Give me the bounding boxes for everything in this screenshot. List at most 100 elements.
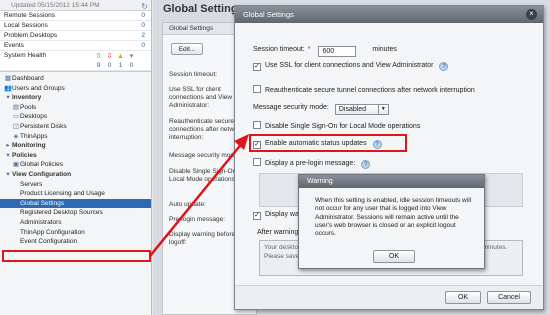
count-row-local-sessions[interactable]: Local Sessions 0 xyxy=(0,21,151,31)
tree-item-event-configuration[interactable]: Event Configuration xyxy=(0,237,151,247)
message-security-select[interactable]: Disabled ▼ xyxy=(334,104,389,115)
count-value: 2 xyxy=(141,32,145,39)
session-timeout-input[interactable]: 600 xyxy=(318,46,357,57)
tree-item-policies[interactable]: ▾ Policies xyxy=(0,151,151,161)
updated-timestamp: Updated 05/15/2012 15:44 PM xyxy=(11,2,100,9)
required-asterisk: * xyxy=(307,46,311,53)
prelogin-checkbox[interactable] xyxy=(253,158,261,166)
cancel-button[interactable]: Cancel xyxy=(487,291,531,304)
tree-item-label: Global Settings xyxy=(20,199,65,207)
pools-icon: ▤ xyxy=(12,103,20,111)
edit-button[interactable]: Edit... xyxy=(171,43,203,55)
tree-item-users-and-groups[interactable]: 👥Users and Groups xyxy=(0,84,151,94)
tree-item-pools[interactable]: ▤Pools xyxy=(0,103,151,113)
page-title: Global Settings xyxy=(163,3,244,15)
disable-sso-checkbox[interactable] xyxy=(253,121,261,129)
collapse-icon: ▾ xyxy=(6,170,10,178)
tree-item-label: ThinApp Configuration xyxy=(20,228,85,236)
tree-item-administrators[interactable]: Administrators xyxy=(0,218,151,228)
help-icon[interactable]: ? xyxy=(361,160,371,169)
ok-button[interactable]: OK xyxy=(445,291,481,304)
tree-item-label: Registered Desktop Sources xyxy=(20,209,103,217)
reauth-checkbox[interactable] xyxy=(253,85,261,93)
warning-ok-button[interactable]: OK xyxy=(373,250,415,263)
tree-item-registered-desktop-sources[interactable]: Registered Desktop Sources xyxy=(0,208,151,218)
close-icon[interactable]: × xyxy=(526,9,537,20)
thinapp-icon: ◈ xyxy=(13,132,19,140)
prelogin-row: Display a pre-login message:? xyxy=(253,158,371,169)
use-ssl-row: ✓ Use SSL for client connections and View… xyxy=(253,61,449,71)
tree-item-inventory[interactable]: ▾ Inventory xyxy=(0,93,151,103)
tree-item-label: Dashboard xyxy=(12,75,44,82)
count-row-problem-desktops[interactable]: Problem Desktops 2 xyxy=(0,31,151,41)
tree-item-global-policies[interactable]: ▣Global Policies xyxy=(0,160,151,170)
health-value: 0 xyxy=(129,62,134,69)
use-ssl-checkbox[interactable]: ✓ xyxy=(253,63,261,71)
tree-item-desktops[interactable]: ▭Desktops xyxy=(0,112,151,122)
warning-message: When this setting is enabled, idle sessi… xyxy=(315,197,472,238)
tree-item-label: Policies xyxy=(12,151,37,159)
tree-item-label: Inventory xyxy=(12,94,42,102)
help-icon[interactable]: ? xyxy=(439,62,449,71)
health-value: 0 xyxy=(107,62,112,69)
count-row-events[interactable]: Events 0 xyxy=(0,41,151,51)
message-security-label: Message security mode: xyxy=(253,104,329,111)
users-icon: 👥 xyxy=(4,84,13,92)
expand-icon: ▸ xyxy=(6,142,10,150)
message-security-row: Message security mode: Disabled ▼ xyxy=(253,103,389,115)
tree-item-view-configuration[interactable]: ▾ View Configuration xyxy=(0,170,151,180)
count-label: Remote Sessions xyxy=(4,12,55,19)
dialog-footer: OK Cancel xyxy=(235,285,543,309)
updated-timestamp-bar: Updated 05/15/2012 15:44 PM ↻ xyxy=(0,0,151,11)
count-value: 0 xyxy=(141,42,145,49)
tree-item-label: Users and Groups xyxy=(12,84,65,92)
warning-title: Warning xyxy=(299,175,484,188)
left-navigation-panel: Updated 05/15/2012 15:44 PM ↻ Remote Ses… xyxy=(0,0,152,315)
session-timeout-row: Session timeout: * 600 minutes xyxy=(253,45,397,57)
tree-item-label: Administrators xyxy=(20,218,62,226)
use-ssl-label: Use SSL for client connections and View … xyxy=(265,62,434,69)
dialog-title: Global Settings xyxy=(235,6,543,23)
system-health-row[interactable]: System Health ⇧ ⇩ ▲ ▾ 9010 xyxy=(0,51,151,71)
tree-item-label: Persistent Disks xyxy=(20,122,67,130)
tree-item-product-licensing-and-usage[interactable]: Product Licensing and Usage xyxy=(0,189,151,199)
navigation-tree: ▦Dashboard 👥Users and Groups ▾ Inventory ▤Po… xyxy=(0,72,151,247)
session-timeout-unit: minutes xyxy=(372,46,397,53)
tree-item-label: View Configuration xyxy=(12,170,72,178)
tree-item-dashboard[interactable]: ▦Dashboard xyxy=(0,74,151,84)
message-security-value: Disabled xyxy=(338,106,367,113)
tree-item-global-settings[interactable]: Global Settings xyxy=(0,198,151,209)
system-health-label: System Health xyxy=(4,52,47,59)
tree-item-persistent-disks[interactable]: ◫Persistent Disks xyxy=(0,122,151,132)
count-value: 0 xyxy=(141,22,145,29)
tree-item-label: ThinApps xyxy=(20,132,48,140)
highlight-box-global-settings xyxy=(2,250,151,262)
collapse-icon: ▾ xyxy=(6,151,10,159)
tree-item-label: Global Policies xyxy=(20,161,63,169)
status-counts: Remote Sessions 0 Local Sessions 0 Probl… xyxy=(0,11,151,72)
highlight-box-status-updates xyxy=(249,134,407,152)
session-timeout-label: Session timeout: xyxy=(253,46,305,53)
count-value: 0 xyxy=(141,12,145,19)
reauth-label: Reauthenticate secure tunnel connections… xyxy=(265,87,475,94)
tree-item-monitoring[interactable]: ▸ Monitoring xyxy=(0,141,151,151)
policy-icon: ▣ xyxy=(12,161,20,169)
disable-sso-label: Disable Single Sign-On for Local Mode op… xyxy=(265,123,421,130)
count-row-remote-sessions[interactable]: Remote Sessions 0 xyxy=(0,11,151,21)
health-value: 1 xyxy=(118,62,123,69)
tree-item-label: Event Configuration xyxy=(20,238,78,246)
health-values: 9010 xyxy=(93,61,145,71)
tree-item-label: Pools xyxy=(20,103,37,111)
count-label: Local Sessions xyxy=(4,22,48,29)
tree-item-servers[interactable]: Servers xyxy=(0,180,151,190)
count-label: Events xyxy=(4,42,24,49)
tree-item-label: Product Licensing and Usage xyxy=(20,190,105,198)
tree-item-thinapps[interactable]: ◈ ThinApps xyxy=(0,132,151,142)
collapse-icon: ▾ xyxy=(6,94,10,102)
count-label: Problem Desktops xyxy=(4,32,58,39)
tree-item-label: Desktops xyxy=(20,113,48,121)
chevron-down-icon: ▼ xyxy=(377,105,388,114)
disable-sso-row: Disable Single Sign-On for Local Mode op… xyxy=(253,121,420,131)
tree-item-thinapp-configuration[interactable]: ThinApp Configuration xyxy=(0,228,151,238)
display-warning-checkbox[interactable]: ✓ xyxy=(253,212,261,220)
